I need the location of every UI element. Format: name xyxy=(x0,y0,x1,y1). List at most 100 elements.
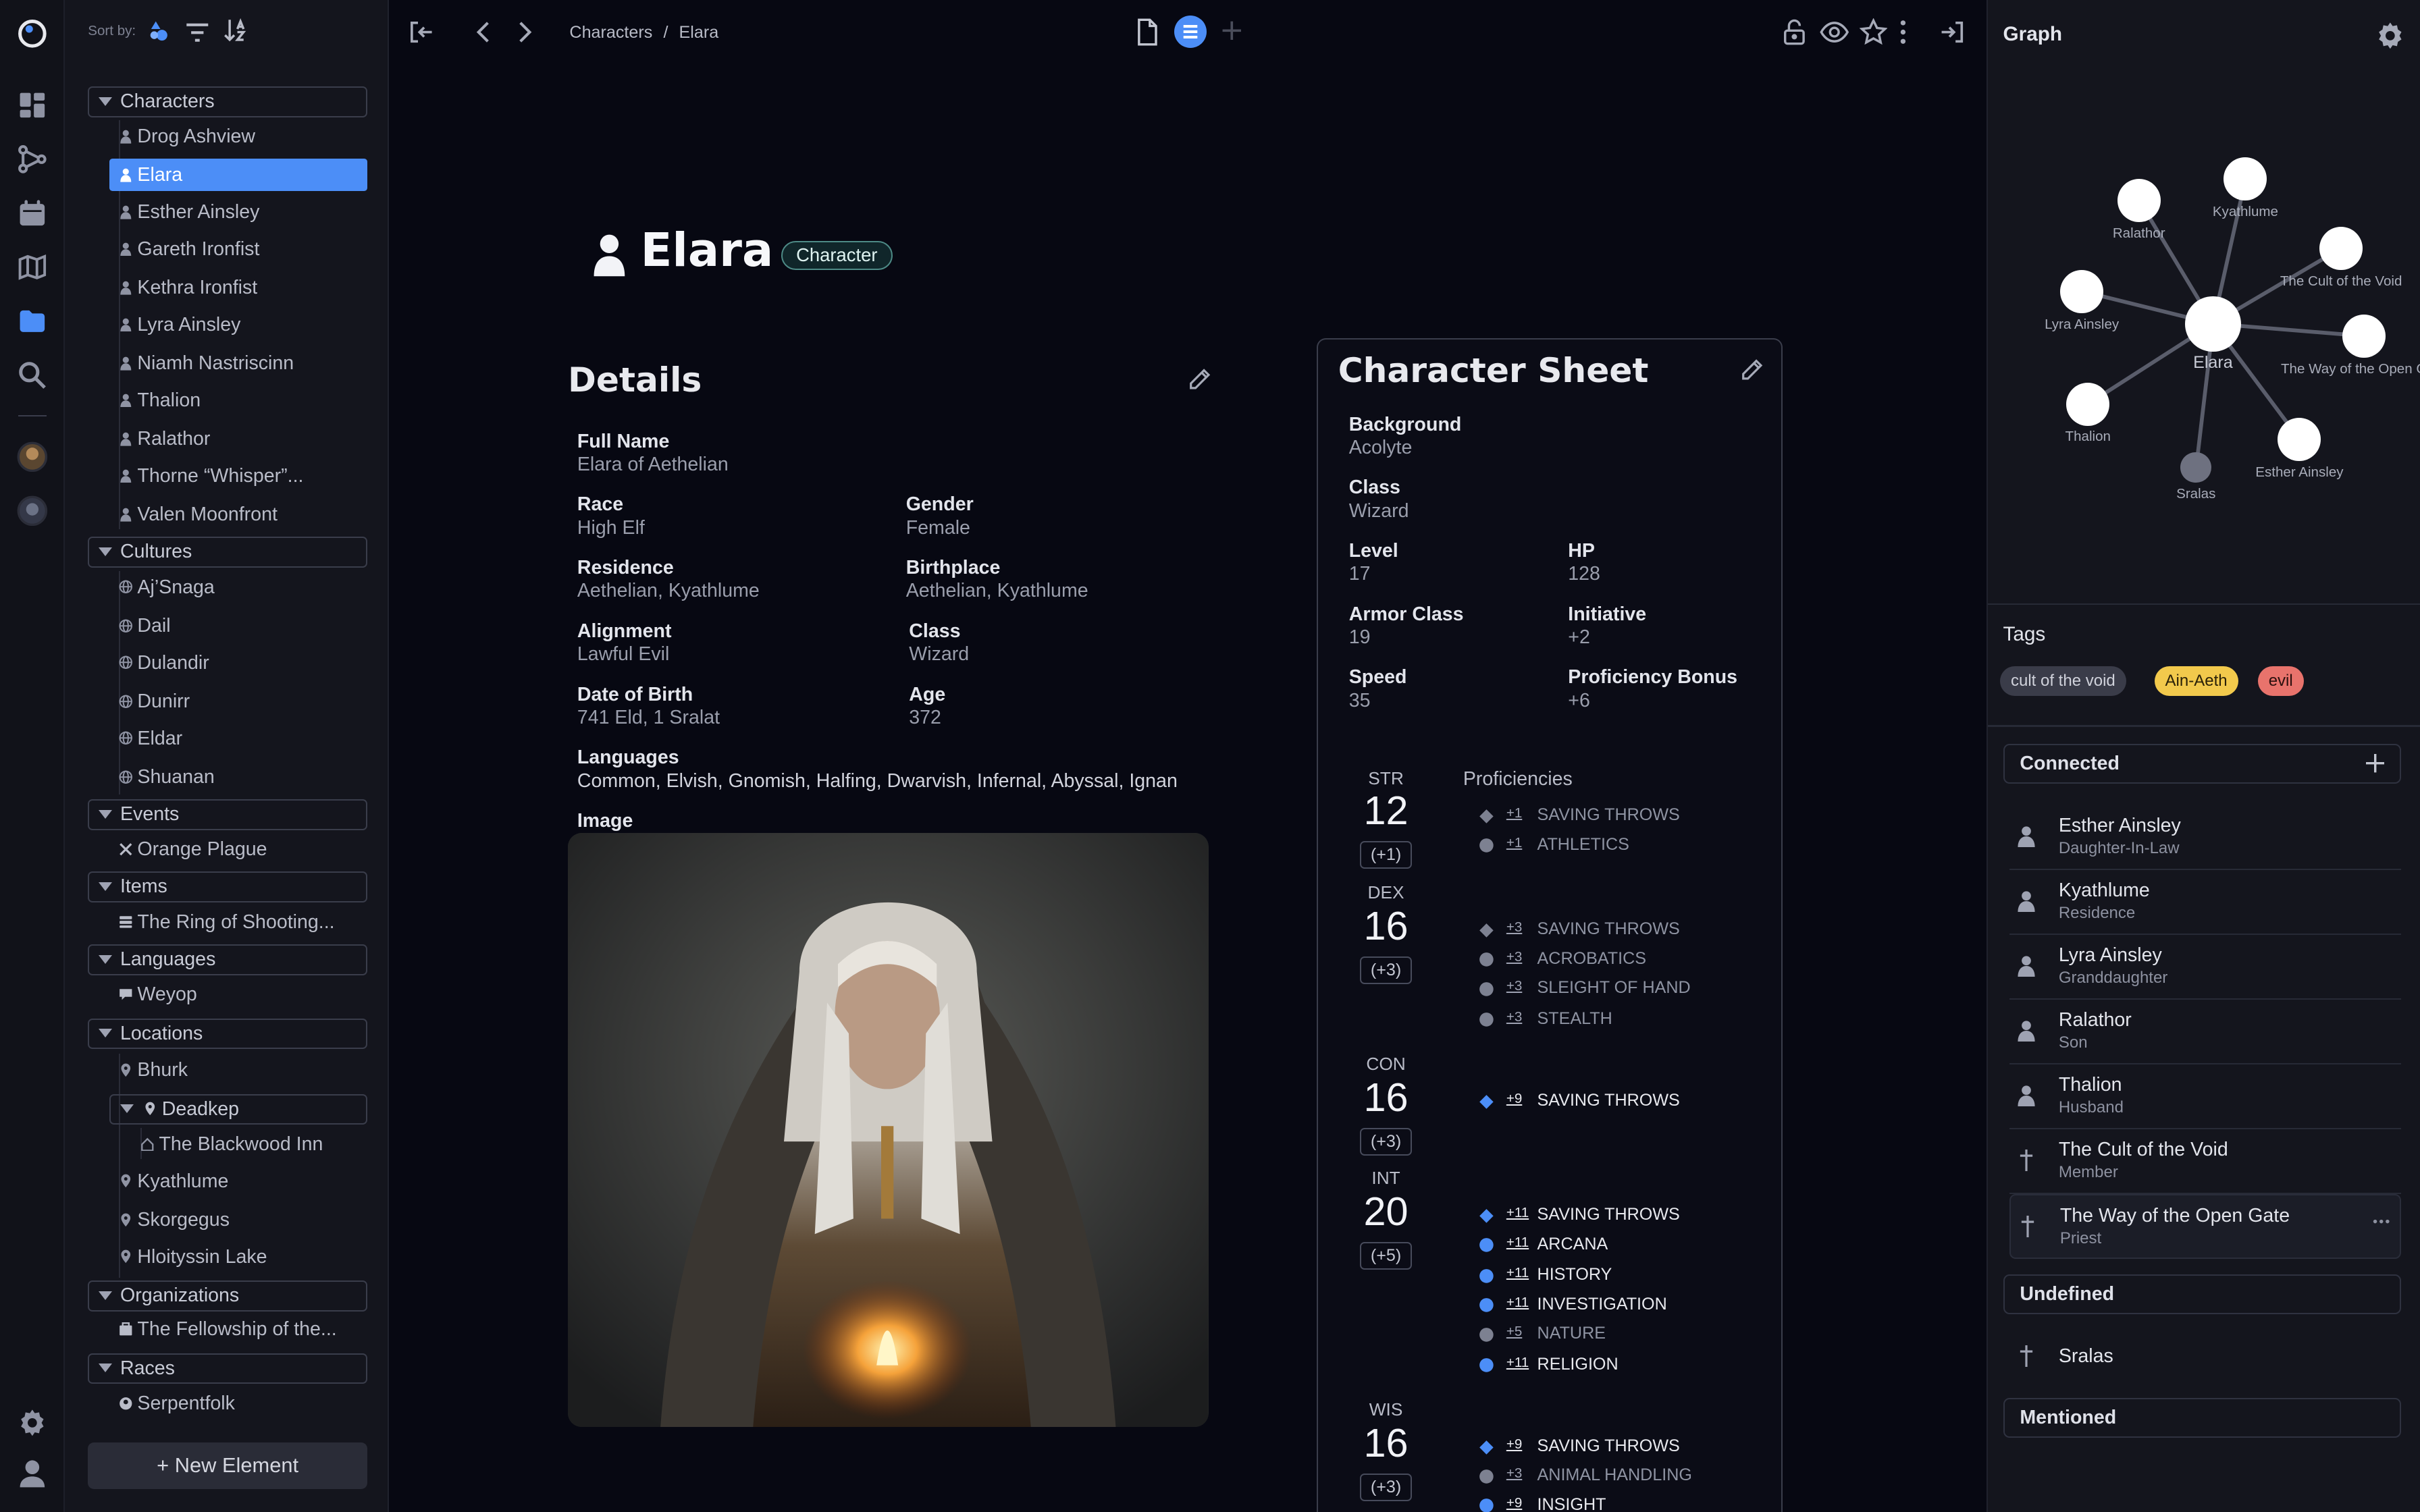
more-horizontal-icon[interactable] xyxy=(2372,1218,2390,1224)
back-arrow-icon[interactable] xyxy=(469,18,497,46)
sidebar-item-location[interactable]: Hloityssin Lake xyxy=(109,1241,367,1273)
sidebar-item-organization[interactable]: The Fellowship of the... xyxy=(109,1313,367,1345)
dashboard-icon[interactable] xyxy=(17,90,48,121)
group-label: Items xyxy=(120,875,167,898)
graph-node[interactable] xyxy=(2117,179,2161,223)
sidebar-item-character[interactable]: Valen Moonfront xyxy=(109,498,367,531)
group-characters[interactable]: Characters xyxy=(88,86,367,117)
add-connection-icon[interactable] xyxy=(2365,754,2385,773)
calendar-icon[interactable] xyxy=(17,198,48,229)
sidebar-item-language[interactable]: Weyop xyxy=(109,978,367,1010)
graph-node-undefined[interactable] xyxy=(2180,452,2212,483)
connected-section-header[interactable]: Connected xyxy=(2003,743,2402,784)
eye-icon[interactable] xyxy=(1820,18,1849,46)
sidebar-item-culture[interactable]: Dulandir xyxy=(109,647,367,679)
sidebar-item-character[interactable]: Drog Ashview xyxy=(109,120,367,153)
connected-list-item[interactable]: Lyra Ainsley Granddaughter xyxy=(2009,935,2402,1000)
world-avatar-icon[interactable] xyxy=(17,495,48,526)
edit-pencil-icon[interactable] xyxy=(1739,358,1764,383)
group-items[interactable]: Items xyxy=(88,871,367,903)
connected-list-item[interactable]: The Cult of the Void Member xyxy=(2009,1129,2402,1195)
group-languages[interactable]: Languages xyxy=(88,944,367,975)
sort-alpha-icon[interactable] xyxy=(223,18,248,43)
undefined-list-item[interactable]: Sralas xyxy=(2009,1324,2402,1388)
graph-view-icon[interactable] xyxy=(17,144,48,175)
connected-list-item[interactable]: Ralathor Son xyxy=(2009,1000,2402,1065)
folder-icon[interactable] xyxy=(17,306,48,337)
settings-gear-icon[interactable] xyxy=(17,1407,48,1438)
graph-node[interactable] xyxy=(2060,269,2104,313)
more-vertical-icon[interactable] xyxy=(1895,18,1911,46)
map-icon[interactable] xyxy=(17,252,48,283)
connected-list-item[interactable]: Thalion Husband xyxy=(2009,1064,2402,1130)
breadcrumb-current[interactable]: Elara xyxy=(679,23,719,42)
sidebar-item-location[interactable]: Kyathlume xyxy=(109,1165,367,1197)
sidebar-item-culture[interactable]: Dail xyxy=(109,610,367,642)
sidebar-item-location[interactable]: Bhurk xyxy=(109,1054,367,1086)
group-races[interactable]: Races xyxy=(88,1353,367,1384)
star-icon[interactable] xyxy=(1860,18,1888,46)
edit-pencil-icon[interactable] xyxy=(1187,367,1212,392)
sidebar-item-character[interactable]: Niamh Nastriscinn xyxy=(109,347,367,379)
connected-list-item[interactable]: The Way of the Open Gate Priest xyxy=(2009,1194,2402,1260)
relationship-graph[interactable]: Elara Ralathor Kyathlume The Cult of the… xyxy=(1988,61,2420,601)
sidebar-item-culture[interactable]: Shuanan xyxy=(109,761,367,793)
graph-node[interactable] xyxy=(2066,382,2110,426)
sidebar-item-culture[interactable]: Aj’Snaga xyxy=(109,571,367,603)
collapse-right-panel-icon[interactable] xyxy=(1939,18,1966,46)
filter-icon[interactable] xyxy=(185,20,210,45)
graph-node[interactable] xyxy=(2319,226,2363,270)
skill-name: SAVING THROWS xyxy=(1537,1205,1680,1224)
group-organizations[interactable]: Organizations xyxy=(88,1280,367,1312)
sidebar-item-event[interactable]: Orange Plague xyxy=(109,833,367,865)
sidebar-item-character[interactable]: Gareth Ironfist xyxy=(109,233,367,265)
tag-chip[interactable]: Ain-Aeth xyxy=(2154,666,2238,696)
sidebar-item-character[interactable]: Thalion xyxy=(109,384,367,416)
character-portrait-image[interactable] xyxy=(568,833,1209,1428)
sidebar-item-item[interactable]: The Ring of Shooting... xyxy=(109,906,367,938)
tag-chip[interactable]: cult of the void xyxy=(1999,666,2126,696)
sidebar-item-location[interactable]: The Blackwood Inn xyxy=(131,1128,389,1160)
add-tab-icon[interactable] xyxy=(1219,18,1244,43)
sidebar-item-label: Skorgegus xyxy=(137,1208,230,1231)
sidebar-item-character[interactable]: Ralathor xyxy=(109,423,367,455)
forward-arrow-icon[interactable] xyxy=(511,18,539,46)
connected-list-item[interactable]: Kyathlume Residence xyxy=(2009,870,2402,936)
world-avatar-icon[interactable] xyxy=(17,441,48,473)
field-value: Aethelian, Kyathlume xyxy=(577,580,760,602)
sidebar-item-culture[interactable]: Eldar xyxy=(109,722,367,755)
graph-node-center[interactable] xyxy=(2185,296,2241,352)
field-value: Female xyxy=(905,516,970,539)
list-view-icon[interactable] xyxy=(1174,15,1207,48)
connected-list-item[interactable]: Esther Ainsley Daughter-In-Law xyxy=(2009,805,2402,871)
group-locations[interactable]: Locations xyxy=(88,1018,367,1050)
tag-chip[interactable]: evil xyxy=(2257,666,2304,696)
search-icon[interactable] xyxy=(17,360,48,391)
app-logo-icon[interactable] xyxy=(17,18,48,49)
sidebar-item-location-folder[interactable]: Deadkep xyxy=(109,1094,367,1125)
divider xyxy=(1987,603,2420,605)
new-element-button[interactable]: + New Element xyxy=(88,1442,367,1489)
sidebar-item-character[interactable]: Thorne “Whisper”... xyxy=(109,460,367,492)
mentioned-section-header[interactable]: Mentioned xyxy=(2003,1397,2402,1438)
user-profile-icon[interactable] xyxy=(17,1458,48,1489)
breadcrumb-root[interactable]: Characters xyxy=(569,23,652,42)
field-label: Class xyxy=(1348,477,1400,499)
group-events[interactable]: Events xyxy=(88,799,367,830)
sort-type-icon[interactable] xyxy=(147,18,172,43)
collapse-sidebar-icon[interactable] xyxy=(407,18,435,46)
sidebar-item-character[interactable]: Kethra Ironfist xyxy=(109,271,367,304)
field-label: Level xyxy=(1348,540,1398,562)
sidebar-item-location[interactable]: Skorgegus xyxy=(109,1204,367,1236)
sidebar-item-race[interactable]: Serpentfolk xyxy=(109,1387,367,1420)
sidebar-item-character[interactable]: Elara xyxy=(109,159,367,192)
sidebar-item-character[interactable]: Lyra Ainsley xyxy=(109,308,367,341)
graph-settings-gear-icon[interactable] xyxy=(2375,20,2406,51)
document-view-icon[interactable] xyxy=(1134,18,1159,46)
undefined-section-header[interactable]: Undefined xyxy=(2003,1274,2402,1315)
group-cultures[interactable]: Cultures xyxy=(88,537,367,568)
lock-icon[interactable] xyxy=(1781,18,1808,46)
sidebar-item-character[interactable]: Esther Ainsley xyxy=(109,196,367,228)
sidebar-item-culture[interactable]: Dunirr xyxy=(109,685,367,718)
field-label: Date of Birth xyxy=(577,683,693,705)
